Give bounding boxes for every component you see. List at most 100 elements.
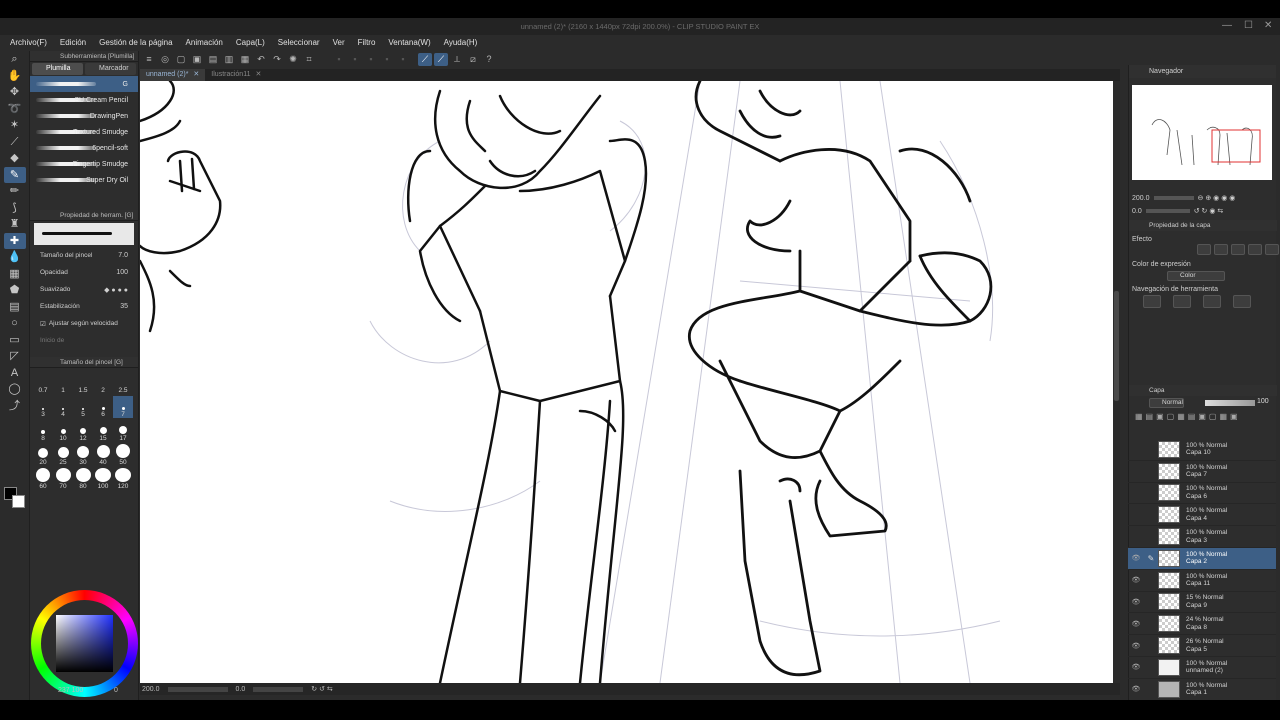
close-button[interactable]: ✕ <box>1264 20 1272 31</box>
brush-item[interactable]: DrawingPen <box>30 108 138 124</box>
correct-line-tool-icon[interactable]: ⤴ <box>4 398 26 415</box>
stabilization-value[interactable]: 35 <box>120 303 128 310</box>
canvas-zoom-value[interactable]: 200.0 <box>142 686 160 693</box>
brush-item[interactable]: Textured Smudge <box>30 124 138 140</box>
pen-tool-icon[interactable]: ✎ <box>3 166 26 183</box>
drawing-canvas[interactable] <box>140 81 1113 683</box>
help-icon[interactable]: ? <box>482 53 496 66</box>
size-option[interactable]: 10 <box>53 420 73 442</box>
layer-thumbnail[interactable] <box>1158 637 1180 655</box>
zoom-slider[interactable] <box>167 686 228 692</box>
menu-window[interactable]: Ventana(W) <box>388 38 430 47</box>
snap-grid-icon[interactable]: ⟂ <box>450 53 464 66</box>
layer-row[interactable]: 👁 26 % Normal Capa 5 <box>1128 635 1276 657</box>
size-option[interactable]: 30 <box>73 444 93 466</box>
zoom-tool-icon[interactable]: ⌕ <box>4 51 26 68</box>
stabilization-row[interactable]: Estabilización 35 <box>30 298 138 315</box>
menu-view[interactable]: Ver <box>333 38 345 47</box>
menu-edit[interactable]: Edición <box>60 38 86 47</box>
navigator-zoom-slider[interactable] <box>1153 196 1194 200</box>
visibility-eye-icon[interactable]: 👁 <box>1128 642 1144 650</box>
size-option[interactable]: 100 <box>93 468 113 490</box>
redo-icon[interactable]: ↷ <box>270 53 284 66</box>
size-option[interactable]: 4 <box>53 396 73 418</box>
layer-row[interactable]: 👁 100 % Normal Capa 11 <box>1128 570 1276 592</box>
layer-thumbnail[interactable] <box>1158 571 1180 589</box>
speed-checkbox[interactable]: ☑ <box>40 320 46 328</box>
size-option[interactable]: 2 <box>93 372 113 394</box>
effect-button[interactable] <box>1265 244 1279 255</box>
figure-tool-icon[interactable]: ○ <box>4 315 26 332</box>
layer-row[interactable]: 👁 24 % Normal Capa 8 <box>1128 613 1276 636</box>
layer-thumbnail[interactable] <box>1158 549 1180 567</box>
zoom-buttons-icon[interactable]: ⊖ ⊕ ◉ ◉ ◉ <box>1198 194 1236 202</box>
balloon-tool-icon[interactable]: ◯ <box>4 381 26 398</box>
layer-thumbnail[interactable] <box>1158 615 1180 633</box>
menu-help[interactable]: Ayuda(H) <box>444 38 478 47</box>
size-option[interactable]: 20 <box>33 444 53 466</box>
layer-row[interactable]: 100 % Normal Capa 3 <box>1128 526 1276 548</box>
layer-row[interactable]: 100 % Normal Capa 4 <box>1128 504 1276 527</box>
layer-row[interactable]: 100 % Normal Capa 10 <box>1128 439 1276 461</box>
magic-wand-tool-icon[interactable]: ✶ <box>4 117 26 134</box>
blend-tool-icon[interactable]: 💧 <box>4 249 26 266</box>
minimize-button[interactable]: — <box>1222 20 1232 31</box>
pencil-tool-icon[interactable]: ✏ <box>4 183 26 200</box>
navigator-thumbnail[interactable] <box>1132 85 1272 180</box>
tool-nav-button[interactable] <box>1173 295 1191 308</box>
undo-icon[interactable]: ↶ <box>254 53 268 66</box>
effect-button[interactable] <box>1231 244 1245 255</box>
menu-select[interactable]: Seleccionar <box>278 38 320 47</box>
navigator-zoom-row[interactable]: 200.0 ⊖ ⊕ ◉ ◉ ◉ <box>1132 192 1235 204</box>
color-square[interactable] <box>56 615 113 672</box>
layer-thumbnail[interactable] <box>1158 462 1180 480</box>
layer-row[interactable]: 100 % Normal Capa 6 <box>1128 483 1276 505</box>
snap-special-ruler-icon[interactable]: ⟋ <box>434 53 448 66</box>
airbrush-tool-icon[interactable]: ♜ <box>4 216 26 233</box>
move-tool-icon[interactable]: ✥ <box>4 84 26 101</box>
menu-page-management[interactable]: Gestión de la página <box>99 38 172 47</box>
size-option[interactable]: 3 <box>33 396 53 418</box>
visibility-eye-icon[interactable]: 👁 <box>1128 598 1144 606</box>
size-option[interactable]: 40 <box>93 444 113 466</box>
save-icon[interactable]: ▤ <box>206 53 220 66</box>
size-option[interactable]: 70 <box>53 468 73 490</box>
maximize-button[interactable]: ☐ <box>1244 20 1253 31</box>
hand-tool-icon[interactable]: ✋ <box>4 68 26 85</box>
size-option[interactable]: 8 <box>33 420 53 442</box>
effect-button[interactable] <box>1214 244 1228 255</box>
visibility-eye-icon[interactable]: 👁 <box>1128 663 1144 671</box>
tool-nav-button[interactable] <box>1233 295 1251 308</box>
visibility-eye-icon[interactable]: 👁 <box>1128 620 1144 628</box>
navigator-angle-slider[interactable] <box>1145 209 1190 213</box>
pattern-tool-icon[interactable]: ▦ <box>4 266 26 283</box>
lasso-tool-icon[interactable]: ➰ <box>4 101 26 118</box>
frame-tool-icon[interactable]: ▭ <box>4 332 26 349</box>
expression-color-dropdown[interactable]: Color <box>1167 271 1225 281</box>
size-option[interactable]: 1.5 <box>73 372 93 394</box>
menu-layer[interactable]: Capa(L) <box>236 38 265 47</box>
size-option[interactable]: 17 <box>113 420 133 442</box>
gradient-tool-icon[interactable]: ▤ <box>4 299 26 316</box>
tool-nav-button[interactable] <box>1203 295 1221 308</box>
blend-mode-dropdown[interactable]: Normal <box>1149 398 1184 408</box>
layer-thumbnail[interactable] <box>1158 484 1180 502</box>
ink-row[interactable]: Inicio de <box>30 332 138 349</box>
opacity-value[interactable]: 100 <box>116 269 128 276</box>
menu-file[interactable]: Archivo(F) <box>10 38 47 47</box>
snap-ruler-icon[interactable]: ⟋ <box>418 53 432 66</box>
size-option[interactable]: 12 <box>73 420 93 442</box>
size-option-selected[interactable]: 7 <box>113 396 133 418</box>
fill-tool-icon[interactable]: ⬟ <box>4 282 26 299</box>
layer-thumbnail[interactable] <box>1158 680 1180 698</box>
rotate-icon[interactable]: ↻ ↺ ⇆ <box>311 685 333 693</box>
navigator-angle-row[interactable]: 0.0 ↺ ↻ ◉ ⇆ <box>1132 205 1223 217</box>
antialias-row[interactable]: Suavizado ◆ ● ● ● <box>30 281 138 298</box>
color-wheel[interactable] <box>31 590 138 697</box>
layer-thumbnail[interactable] <box>1158 593 1180 611</box>
export-icon[interactable]: ▦ <box>238 53 252 66</box>
save-as-icon[interactable]: ▥ <box>222 53 236 66</box>
layer-opacity-slider[interactable] <box>1205 400 1255 406</box>
brush-item[interactable]: G <box>30 76 138 92</box>
effect-button[interactable] <box>1197 244 1211 255</box>
